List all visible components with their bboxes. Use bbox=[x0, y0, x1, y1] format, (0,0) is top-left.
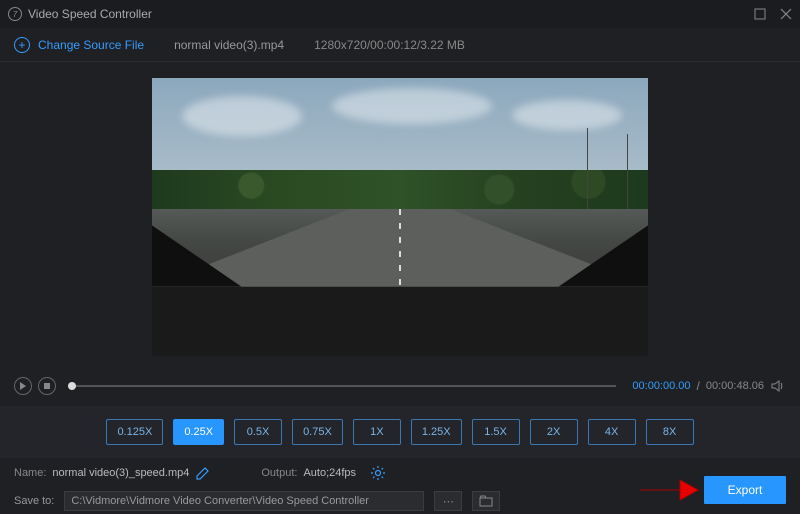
save-label: Save to: bbox=[14, 495, 54, 507]
output-label: Output: bbox=[261, 467, 297, 479]
seek-handle[interactable] bbox=[68, 382, 76, 390]
speed-8x[interactable]: 8X bbox=[646, 419, 694, 445]
plus-icon: + bbox=[14, 37, 30, 53]
preview-area bbox=[0, 62, 800, 372]
source-filename: normal video(3).mp4 bbox=[174, 38, 284, 52]
volume-icon[interactable] bbox=[770, 378, 786, 394]
speed-1-25x[interactable]: 1.25X bbox=[411, 419, 462, 445]
save-path-input[interactable]: C:\Vidmore\Vidmore Video Converter\Video… bbox=[64, 491, 424, 511]
duration: 00:00:48.06 bbox=[706, 380, 764, 392]
speed-1-5x[interactable]: 1.5X bbox=[472, 419, 520, 445]
path-more-button[interactable]: ⋯ bbox=[434, 491, 462, 511]
close-button[interactable] bbox=[778, 6, 794, 22]
speed-0-75x[interactable]: 0.75X bbox=[292, 419, 343, 445]
titlebar: 7 Video Speed Controller bbox=[0, 0, 800, 28]
speed-options: 0.125X 0.25X 0.5X 0.75X 1X 1.25X 1.5X 2X 4X 8X bbox=[0, 406, 800, 458]
info-row: + Change Source File normal video(3).mp4… bbox=[0, 28, 800, 62]
change-source-label: Change Source File bbox=[38, 38, 144, 52]
video-preview[interactable] bbox=[152, 78, 648, 356]
speed-4x[interactable]: 4X bbox=[588, 419, 636, 445]
app-logo-icon: 7 bbox=[8, 7, 22, 21]
speed-0-125x[interactable]: 0.125X bbox=[106, 419, 163, 445]
export-button[interactable]: Export bbox=[704, 476, 786, 504]
speed-0-25x[interactable]: 0.25X bbox=[173, 419, 224, 445]
save-row: Save to: C:\Vidmore\Vidmore Video Conver… bbox=[0, 488, 800, 514]
speed-1x[interactable]: 1X bbox=[353, 419, 401, 445]
stop-button[interactable] bbox=[38, 377, 56, 395]
window-controls bbox=[752, 0, 794, 28]
play-button[interactable] bbox=[14, 377, 32, 395]
edit-name-icon[interactable] bbox=[195, 465, 211, 481]
current-time: 00:00:00.00 bbox=[632, 380, 690, 392]
name-label: Name: bbox=[14, 467, 46, 479]
maximize-button[interactable] bbox=[752, 6, 768, 22]
output-settings-icon[interactable] bbox=[370, 465, 386, 481]
open-folder-button[interactable] bbox=[472, 491, 500, 511]
output-value: Auto;24fps bbox=[303, 467, 356, 479]
seek-bar[interactable] bbox=[72, 385, 616, 387]
source-meta: 1280x720/00:00:12/3.22 MB bbox=[314, 38, 465, 52]
playback-controls: 00:00:00.00/00:00:48.06 bbox=[0, 372, 800, 400]
change-source-button[interactable]: + Change Source File bbox=[14, 37, 144, 53]
output-settings-row: Name: normal video(3)_speed.mp4 Output: … bbox=[0, 458, 800, 488]
name-value: normal video(3)_speed.mp4 bbox=[52, 467, 189, 479]
app-title: Video Speed Controller bbox=[28, 7, 152, 21]
speed-0-5x[interactable]: 0.5X bbox=[234, 419, 282, 445]
speed-2x[interactable]: 2X bbox=[530, 419, 578, 445]
